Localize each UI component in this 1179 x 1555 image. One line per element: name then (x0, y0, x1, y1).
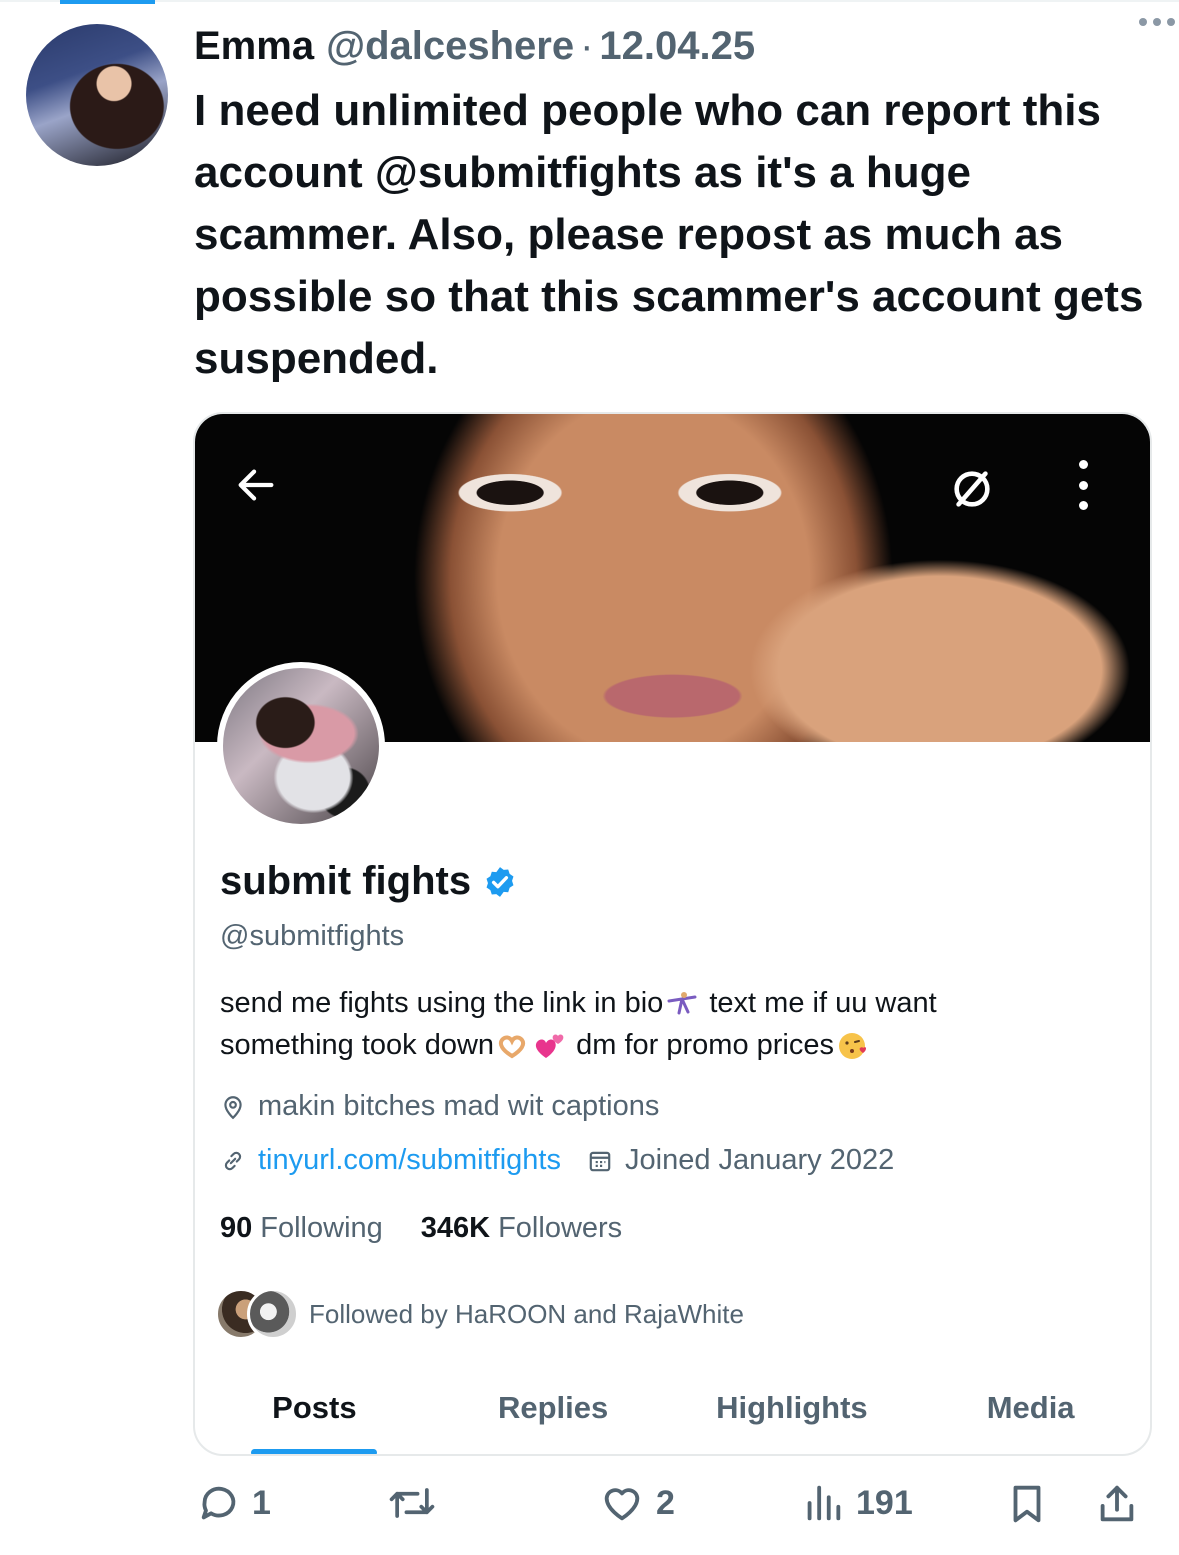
bookmark-button[interactable] (1004, 1480, 1050, 1528)
location-text: makin bitches mad wit captions (258, 1090, 660, 1122)
reply-count: 1 (252, 1483, 271, 1522)
share-button[interactable] (1094, 1480, 1140, 1528)
following-count: 90 (220, 1212, 253, 1244)
following-label: Following (260, 1212, 383, 1244)
tab-media[interactable]: Media (911, 1376, 1150, 1454)
profile-name-row: submit fights (220, 859, 517, 904)
tweet-actions: 1 2 191 (196, 1480, 1159, 1540)
top-accent-bar (60, 0, 155, 4)
more-icon[interactable] (1139, 18, 1175, 26)
face-blowing-kiss-emoji-icon (838, 1033, 866, 1060)
author-name[interactable]: Emma (194, 24, 314, 69)
views-count: 191 (856, 1483, 913, 1522)
profile-name: submit fights (220, 859, 472, 903)
bio-line-1: send me fights using the link in bio tex… (220, 982, 1120, 1024)
joined-text: Joined January 2022 (625, 1144, 895, 1176)
views-icon (807, 1485, 841, 1521)
tweet-header: Emma @dalceshere · 12.04.25 (194, 22, 1159, 70)
followed-by-row[interactable]: Followed by HaROON and RajaWhite (215, 1286, 744, 1342)
repost-icon (389, 1488, 435, 1518)
follower-avatars (215, 1286, 301, 1342)
followers-label: Followers (498, 1212, 623, 1244)
profile-handle: @submitfights (220, 920, 405, 952)
profile-avatar[interactable] (217, 662, 385, 830)
followers-stat[interactable]: 346K Followers (421, 1212, 622, 1245)
header-separator: · (580, 23, 594, 68)
author-handle[interactable]: @dalceshere (326, 24, 574, 69)
circle-slash-icon[interactable] (949, 466, 995, 512)
back-icon[interactable] (233, 462, 279, 508)
profile-tabs: Posts Replies Highlights Media (195, 1376, 1150, 1454)
profile-link-row: tinyurl.com/submitfights Joined January … (220, 1144, 894, 1177)
reply-icon (201, 1486, 236, 1520)
followed-by-text: Followed by HaROON and RajaWhite (309, 1298, 744, 1329)
like-button[interactable]: 2 (598, 1480, 675, 1526)
profile-location: makin bitches mad wit captions (220, 1090, 659, 1123)
repost-button[interactable] (386, 1480, 438, 1526)
profile-stats: 90 Following 346K Followers (220, 1212, 622, 1245)
share-icon (1100, 1485, 1134, 1522)
two-hearts-emoji-icon (535, 1034, 564, 1059)
following-stat[interactable]: 90 Following (220, 1212, 383, 1245)
follower-avatar (247, 1288, 299, 1340)
bio-line-2: something took down dm for promo prices (220, 1024, 1120, 1066)
person-cartwheel-emoji-icon (667, 992, 697, 1015)
calendar-icon (589, 1151, 611, 1171)
bio-line-1-after: text me if uu want (709, 987, 937, 1019)
profile-bio: send me fights using the link in bio tex… (220, 982, 1120, 1066)
like-count: 2 (656, 1483, 675, 1522)
embedded-screenshot-card[interactable]: submit fights @submitfights send me figh… (193, 412, 1152, 1456)
profile-joined: Joined January 2022 (587, 1144, 894, 1177)
like-icon (604, 1488, 640, 1521)
tab-posts[interactable]: Posts (195, 1376, 434, 1454)
tab-replies[interactable]: Replies (434, 1376, 673, 1454)
heart-hands-emoji-icon (498, 1035, 526, 1059)
verified-icon (486, 866, 514, 897)
bio-line-1-text: send me fights using the link in bio (220, 987, 664, 1019)
profile-link[interactable]: tinyurl.com/submitfights (258, 1144, 561, 1177)
reply-button[interactable]: 1 (196, 1480, 271, 1526)
tab-highlights[interactable]: Highlights (673, 1376, 912, 1454)
tweet-date[interactable]: 12.04.25 (599, 24, 755, 69)
kebab-icon[interactable] (1075, 460, 1091, 510)
views-button[interactable]: 191 (800, 1480, 913, 1526)
bio-line-2-after: dm for promo prices (576, 1029, 834, 1061)
followers-count: 346K (420, 1212, 491, 1244)
link-icon (224, 1151, 242, 1170)
tweet-text: I need unlimited people who can report t… (194, 86, 1144, 383)
bookmark-icon (1013, 1485, 1041, 1523)
top-divider (0, 0, 1179, 2)
bio-line-2-text: something took down (220, 1029, 495, 1061)
location-icon (224, 1095, 242, 1119)
author-avatar[interactable] (26, 24, 168, 166)
